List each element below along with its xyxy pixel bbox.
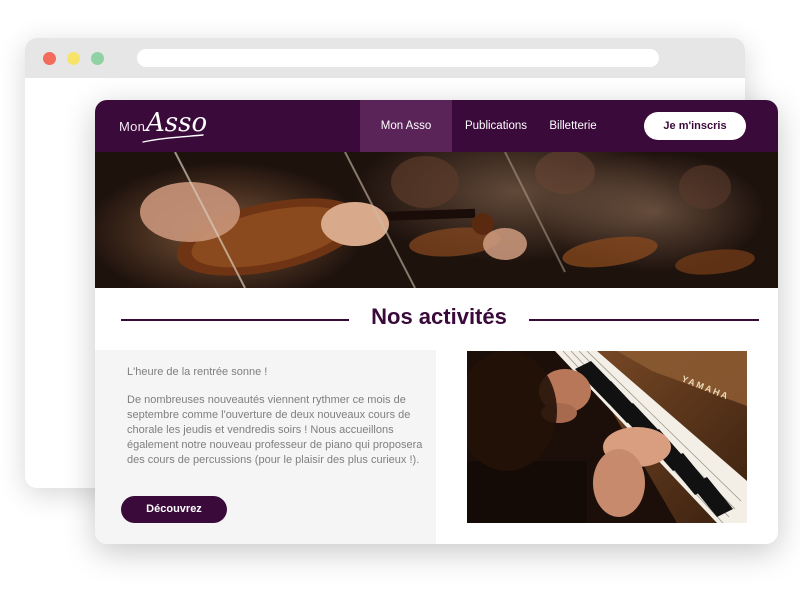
window-maximize-dot[interactable] [91,52,104,65]
violinists-image [95,152,778,288]
address-bar[interactable] [137,49,659,67]
logo-swoosh-icon [142,134,204,143]
nav-item-mon-asso[interactable]: Mon Asso [360,100,452,152]
piano-photo: YAMAHA [467,351,747,523]
activities-text-panel: L'heure de la rentrée sonne ! De nombreu… [95,350,436,544]
site-header: Mon Asso Mon Asso Publications Billetter… [95,100,778,152]
website-window: Mon Asso Mon Asso Publications Billetter… [95,100,778,544]
section-title: Nos activités [371,304,507,329]
nav-item-billetterie[interactable]: Billetterie [543,100,603,152]
hero-image [95,152,778,288]
logo-prefix: Mon [119,119,146,134]
discover-button[interactable]: Découvrez [121,496,227,523]
activities-description: De nombreuses nouveautés viennent rythme… [127,394,423,466]
window-minimize-dot[interactable] [67,52,80,65]
piano-image: YAMAHA [467,351,747,523]
signup-button[interactable]: Je m'inscris [644,112,746,140]
window-close-dot[interactable] [43,52,56,65]
activities-intro: L'heure de la rentrée sonne ! [127,366,268,378]
title-divider-right [529,319,759,321]
title-divider-left [121,319,349,321]
browser-toolbar [25,38,745,78]
nav-item-publications[interactable]: Publications [457,100,535,152]
